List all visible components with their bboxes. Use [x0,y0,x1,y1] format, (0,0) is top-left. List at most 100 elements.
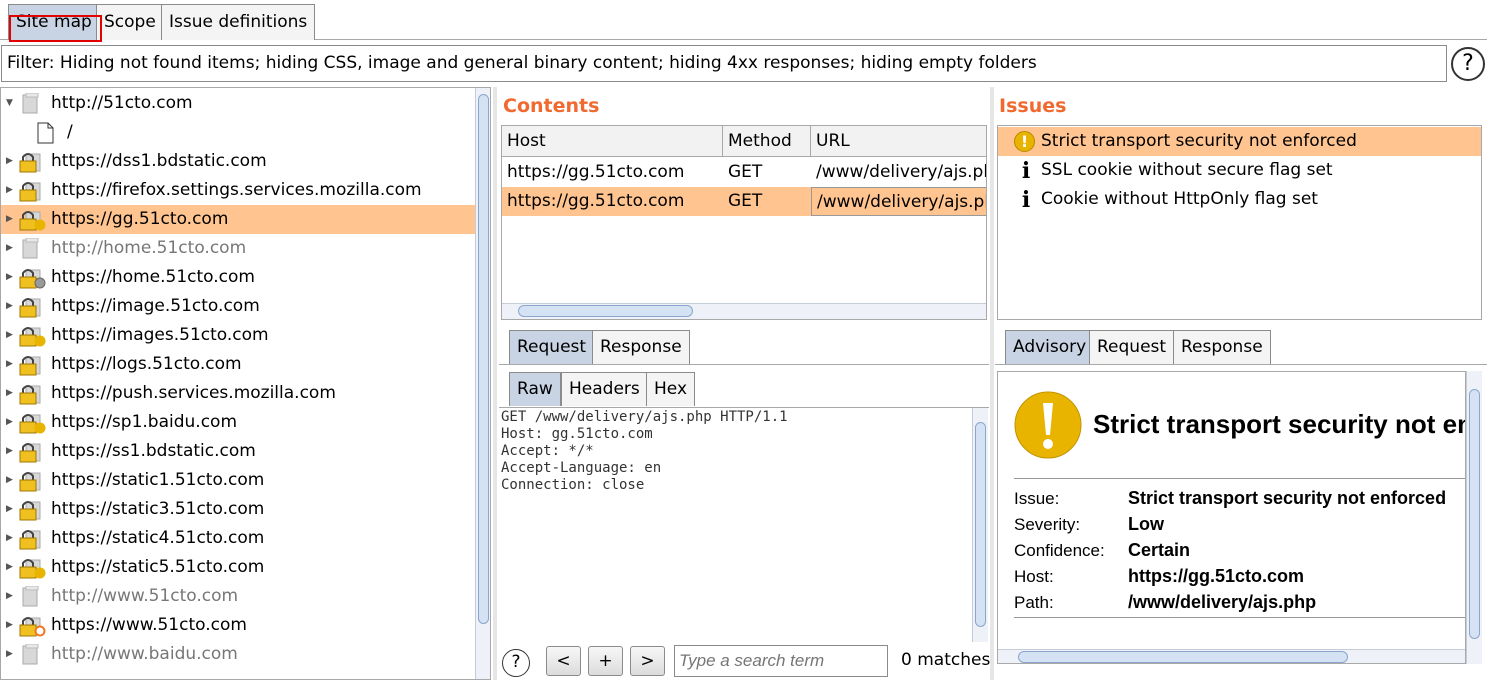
tree-item[interactable]: ▶ http://www.51cto.com [1,582,475,611]
tree-item-label: https://static3.51cto.com [51,499,265,519]
tree-item[interactable]: ▶ https://sp1.baidu.com [1,408,475,437]
search-add-button[interactable]: + [588,646,623,676]
tab-site-map[interactable]: Site map [8,4,100,40]
column-host[interactable]: Host [502,126,723,157]
issue-label: Strict transport security not enforced [1041,131,1357,151]
tree-vertical-scrollbar[interactable] [475,88,490,679]
advisory-horizontal-scrollbar[interactable] [998,649,1465,663]
tree-item-label: https://www.51cto.com [51,615,247,635]
tab-advisory[interactable]: Advisory [1005,330,1095,364]
advisory-hscroll-thumb[interactable] [1018,651,1348,663]
issue-item[interactable]: ! Strict transport security not enforced [998,127,1481,156]
search-prev-button[interactable]: < [546,646,581,676]
issue-label: Cookie without HttpOnly flag set [1041,189,1318,209]
tree-item[interactable]: ▶ https://static4.51cto.com [1,524,475,553]
tree-item[interactable]: ▶ https://image.51cto.com [1,292,475,321]
expand-right-icon[interactable]: ▶ [6,437,13,466]
issue-item[interactable]: i Cookie without HttpOnly flag set [998,185,1481,214]
tree-item-label: https://image.51cto.com [51,296,260,316]
expand-right-icon[interactable]: ▶ [6,321,13,350]
tree-item[interactable]: ▶ https://dss1.bdstatic.com [1,147,475,176]
lock-folder-icon [18,499,46,521]
table-row[interactable]: https://gg.51cto.com GET/www/delivery/ajs… [502,187,986,216]
expand-down-icon[interactable]: ▼ [6,89,13,118]
tree-item[interactable]: ▶ http://home.51cto.com [1,234,475,263]
expand-right-icon[interactable]: ▶ [6,379,13,408]
tab-advisory-request[interactable]: Request [1089,330,1175,364]
search-next-button[interactable]: > [630,646,665,676]
column-url[interactable]: URL [811,126,986,157]
tree-item[interactable]: ▶ https://firefox.settings.services.mozil… [1,176,475,205]
expand-right-icon[interactable]: ▶ [6,611,13,640]
tree-item[interactable]: ▶ https://static3.51cto.com [1,495,475,524]
expand-right-icon[interactable]: ▶ [6,350,13,379]
lock-folder-orange-ring-icon [18,615,46,637]
tree-scroll-thumb[interactable] [478,94,489,624]
tab-hex[interactable]: Hex [646,372,696,406]
expand-right-icon[interactable]: ▶ [6,495,13,524]
tree-item[interactable]: / [1,118,475,147]
expand-right-icon[interactable]: ▶ [6,582,13,611]
expand-right-icon[interactable]: ▶ [6,234,13,263]
tab-scope[interactable]: Scope [96,4,164,40]
tab-advisory-response[interactable]: Response [1173,330,1271,364]
expand-right-icon[interactable]: ▶ [6,408,13,437]
tree-item-label: https://images.51cto.com [51,325,269,345]
raw-request-editor[interactable]: GET /www/delivery/ajs.php HTTP/1.1 Host:… [499,407,989,642]
advisory-vertical-scrollbar[interactable] [1466,371,1482,664]
expand-right-icon[interactable]: ▶ [6,640,13,669]
info-icon: i [1021,158,1031,184]
tree-item-label: https://ss1.bdstatic.com [51,441,256,461]
expand-right-icon[interactable]: ▶ [6,292,13,321]
tree-item[interactable]: ▶ https://images.51cto.com [1,321,475,350]
left-splitter[interactable] [493,87,497,680]
raw-vertical-scrollbar[interactable] [972,408,988,642]
tab-headers[interactable]: Headers [561,372,648,406]
tree-item-label: http://51cto.com [51,93,193,113]
tab-response[interactable]: Response [592,330,690,364]
middle-splitter[interactable] [990,87,994,680]
table-row[interactable]: https://gg.51cto.com GET/www/delivery/ajs… [502,158,986,187]
expand-right-icon[interactable]: ▶ [6,176,13,205]
search-input[interactable] [674,645,888,677]
tree-item[interactable]: ▶ https://gg.51cto.com [1,205,475,234]
tree-item[interactable]: ▶ https://home.51cto.com [1,263,475,292]
filter-bar[interactable]: Filter: Hiding not found items; hiding C… [1,45,1447,82]
expand-right-icon[interactable]: ▶ [6,553,13,582]
contents-table: Host Method URL https://gg.51cto.com GET /… [501,125,987,320]
advisory-vscroll-thumb[interactable] [1469,389,1480,639]
cell-url: /www/delivery/ajs.php [816,162,987,182]
expand-right-icon[interactable]: ▶ [6,263,13,292]
advisory-value-path: /www/delivery/ajs.php [1128,592,1317,612]
tree-item[interactable]: ▶ https://static1.51cto.com [1,466,475,495]
tree-item-label: https://gg.51cto.com [51,209,229,229]
tab-request[interactable]: Request [509,330,595,364]
column-method[interactable]: Method [723,126,811,157]
tree-item[interactable]: ▶ http://www.baidu.com [1,640,475,669]
tab-raw[interactable]: Raw [509,372,561,406]
issue-item[interactable]: i SSL cookie without secure flag set [998,156,1481,185]
advisory-label-confidence: Confidence: [1014,541,1105,560]
contents-horizontal-scrollbar[interactable] [502,303,986,319]
cell-url: /www/delivery/ajs.php [811,187,986,216]
expand-right-icon[interactable]: ▶ [6,524,13,553]
tree-item-label: https://static1.51cto.com [51,470,265,490]
tree-item[interactable]: ▼ http://51cto.com [1,89,475,118]
tab-issue-definitions[interactable]: Issue definitions [161,4,316,40]
filter-help-button[interactable]: ? [1451,47,1485,81]
contents-table-header: Host Method URL [502,126,986,157]
advisory-label-issue: Issue: [1014,489,1060,508]
expand-right-icon[interactable]: ▶ [6,205,13,234]
contents-scroll-thumb[interactable] [518,305,693,317]
raw-scroll-thumb[interactable] [975,422,986,627]
tree-item[interactable]: ▶ https://www.51cto.com [1,611,475,640]
expand-right-icon[interactable]: ▶ [6,466,13,495]
tree-item[interactable]: ▶ https://ss1.bdstatic.com [1,437,475,466]
expand-right-icon[interactable]: ▶ [6,147,13,176]
tree-item-label: http://www.51cto.com [51,586,239,606]
tree-item-label: http://www.baidu.com [51,644,238,664]
tree-item[interactable]: ▶ https://static5.51cto.com [1,553,475,582]
tree-item[interactable]: ▶ https://logs.51cto.com [1,350,475,379]
tree-item[interactable]: ▶ https://push.services.mozilla.com [1,379,475,408]
search-help-button[interactable]: ? [502,649,530,677]
